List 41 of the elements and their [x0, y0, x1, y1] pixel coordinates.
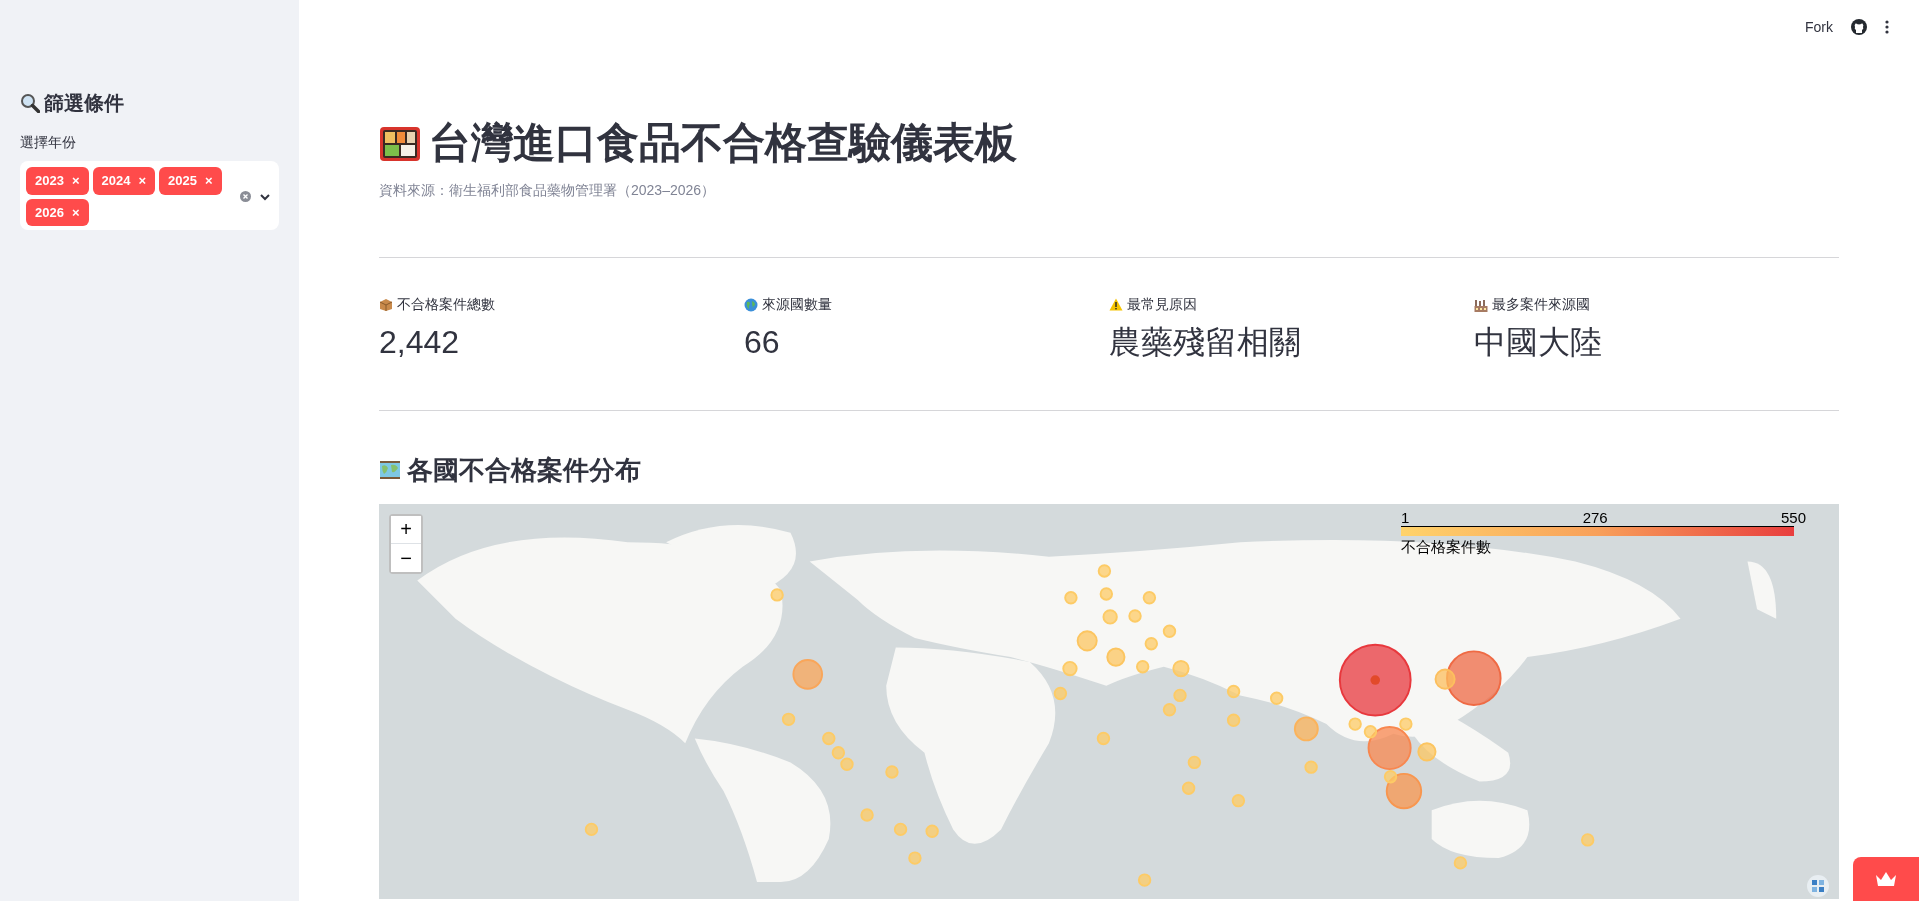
metric-value: 農藥殘留相關	[1109, 323, 1302, 362]
clear-icon	[240, 191, 251, 202]
globe-icon	[744, 297, 758, 312]
source-caption: 資料來源：衛生福利部食品藥物管理署（2023–2026）	[379, 181, 717, 201]
github-icon[interactable]	[1851, 19, 1867, 35]
legend-tick: 550	[1780, 509, 1806, 527]
remove-icon[interactable]: ×	[204, 171, 213, 191]
metric-label: 不合格案件總數	[397, 295, 495, 315]
legend-title: 不合格案件數	[1401, 537, 1492, 558]
page-title: 台灣進口食品不合格查驗儀表板	[429, 118, 1017, 168]
filter-label: 選擇年份	[20, 133, 77, 152]
metric-label: 來源國數量	[762, 295, 832, 315]
year-tag[interactable]: 2024 ×	[92, 167, 156, 195]
magnifier-icon	[20, 93, 40, 113]
remove-icon[interactable]: ×	[71, 202, 80, 222]
app-badge[interactable]	[1853, 857, 1919, 901]
legend-tick: 1	[1401, 509, 1410, 527]
factory-icon	[1474, 297, 1488, 312]
year-tag[interactable]: 2026 ×	[26, 198, 89, 226]
year-tag[interactable]: 2025 ×	[159, 167, 222, 195]
chevron-down-icon	[259, 192, 271, 201]
fork-button[interactable]: Fork	[1805, 16, 1833, 38]
menu-icon[interactable]	[1885, 20, 1889, 34]
map-icon	[379, 460, 401, 481]
warning-icon	[1109, 298, 1123, 312]
year-tag[interactable]: 2023 ×	[26, 167, 89, 195]
legend-tick: 276	[1582, 509, 1608, 527]
crown-icon	[1875, 871, 1897, 887]
remove-icon[interactable]: ×	[138, 171, 147, 191]
zoom-in-button[interactable]: +	[391, 515, 421, 544]
metric-value: 中國大陸	[1474, 323, 1603, 362]
metric-value: 66	[744, 323, 781, 362]
section-heading: 各國不合格案件分布	[407, 453, 641, 487]
remove-icon[interactable]: ×	[71, 171, 80, 191]
package-icon	[379, 297, 393, 312]
metric-label: 最多案件來源國	[1492, 295, 1590, 315]
sidebar-heading: 篩選條件	[44, 91, 124, 116]
metric-value: 2,442	[379, 323, 461, 362]
map-logo-icon	[1807, 874, 1829, 897]
year-multiselect[interactable]: 2023 × 2024 × 2025 × 2026 ×	[20, 161, 279, 230]
metric-label: 最常見原因	[1127, 295, 1197, 315]
